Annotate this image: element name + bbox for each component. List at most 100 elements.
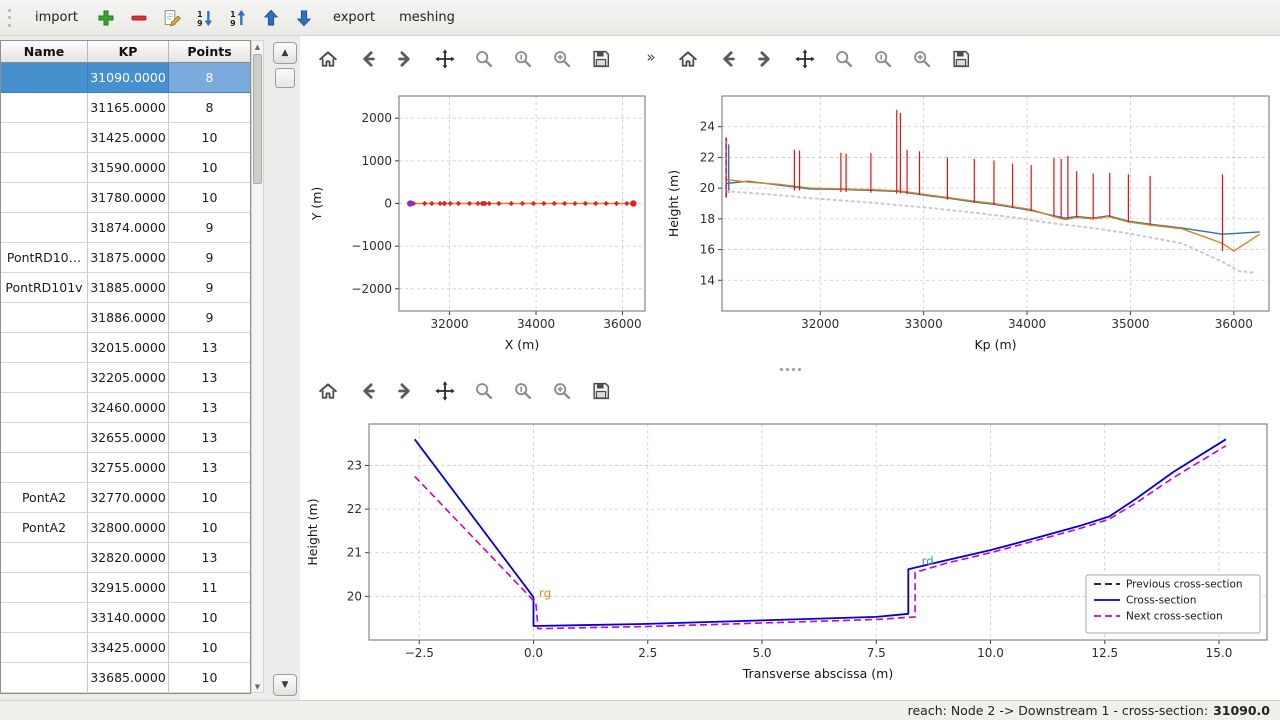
kp-cell[interactable]: 31874.0000: [88, 213, 169, 243]
name-cell[interactable]: [1, 123, 88, 153]
table-row[interactable]: 32915.000011: [1, 573, 250, 603]
table-row[interactable]: 31425.000010: [1, 123, 250, 153]
table-row[interactable]: 32460.000013: [1, 393, 250, 423]
name-cell[interactable]: [1, 633, 88, 663]
back-button[interactable]: [355, 379, 379, 403]
cross-section-chart[interactable]: −2.50.02.55.07.510.012.515.020212223rgrd…: [301, 408, 1279, 700]
name-cell[interactable]: [1, 543, 88, 573]
points-cell[interactable]: 10: [169, 633, 250, 663]
table-row[interactable]: 32655.000013: [1, 423, 250, 453]
forward-button[interactable]: [394, 379, 418, 403]
points-cell[interactable]: 13: [169, 363, 250, 393]
sort-descending-button[interactable]: 19: [225, 4, 252, 31]
toolbar-drag-handle[interactable]: [8, 7, 16, 29]
table-row[interactable]: 31874.00009: [1, 213, 250, 243]
scroll-up-icon[interactable]: ▲: [252, 41, 263, 52]
kp-cell[interactable]: 32015.0000: [88, 333, 169, 363]
points-cell[interactable]: 13: [169, 393, 250, 423]
column-header-name[interactable]: Name: [1, 41, 88, 62]
points-cell[interactable]: 10: [169, 183, 250, 213]
name-cell[interactable]: [1, 393, 88, 423]
points-cell[interactable]: 9: [169, 303, 250, 333]
points-cell[interactable]: 9: [169, 213, 250, 243]
export-button[interactable]: export: [324, 5, 384, 30]
back-button[interactable]: [355, 47, 379, 71]
panel-scroll-down-button[interactable]: ▼: [273, 674, 297, 696]
home-button[interactable]: [316, 47, 340, 71]
customize-button[interactable]: [550, 47, 574, 71]
points-cell[interactable]: 13: [169, 453, 250, 483]
name-cell[interactable]: [1, 573, 88, 603]
name-cell[interactable]: [1, 153, 88, 183]
points-cell[interactable]: 10: [169, 153, 250, 183]
kp-cell[interactable]: 32755.0000: [88, 453, 169, 483]
table-row[interactable]: 32015.000013: [1, 333, 250, 363]
table-row[interactable]: PontRD10…31875.00009: [1, 243, 250, 273]
name-cell[interactable]: PontRD10…: [1, 243, 88, 273]
save-button[interactable]: [589, 47, 613, 71]
subplots-button[interactable]: [511, 47, 535, 71]
home-button[interactable]: [316, 379, 340, 403]
customize-button[interactable]: [550, 379, 574, 403]
kp-cell[interactable]: 32770.0000: [88, 483, 169, 513]
pan-button[interactable]: [433, 379, 457, 403]
pan-button[interactable]: [433, 47, 457, 71]
points-cell[interactable]: 10: [169, 663, 250, 693]
table-row[interactable]: 31780.000010: [1, 183, 250, 213]
points-cell[interactable]: 8: [169, 63, 250, 93]
subplots-button[interactable]: [871, 47, 895, 71]
name-cell[interactable]: [1, 663, 88, 693]
plan-view-chart[interactable]: 320003400036000−2000−1000010002000X (m)Y…: [301, 80, 659, 368]
name-cell[interactable]: PontA2: [1, 513, 88, 543]
kp-cell[interactable]: 31780.0000: [88, 183, 169, 213]
points-cell[interactable]: 10: [169, 123, 250, 153]
kp-cell[interactable]: 31425.0000: [88, 123, 169, 153]
points-cell[interactable]: 9: [169, 273, 250, 303]
name-cell[interactable]: [1, 333, 88, 363]
name-cell[interactable]: [1, 303, 88, 333]
table-scrollbar[interactable]: ▲ ▼: [251, 40, 264, 693]
zoom-button[interactable]: [472, 379, 496, 403]
table-row[interactable]: 31590.000010: [1, 153, 250, 183]
table-row[interactable]: 31165.00008: [1, 93, 250, 123]
kp-cell[interactable]: 31590.0000: [88, 153, 169, 183]
add-cross-section-button[interactable]: [93, 4, 120, 31]
kp-cell[interactable]: 31090.0000: [88, 63, 169, 93]
forward-button[interactable]: [754, 47, 778, 71]
kp-cell[interactable]: 31875.0000: [88, 243, 169, 273]
kp-cell[interactable]: 31885.0000: [88, 273, 169, 303]
table-row[interactable]: 33685.000010: [1, 663, 250, 693]
zoom-button[interactable]: [832, 47, 856, 71]
kp-cell[interactable]: 32800.0000: [88, 513, 169, 543]
name-cell[interactable]: PontA2: [1, 483, 88, 513]
table-row[interactable]: PontRD101v31885.00009: [1, 273, 250, 303]
name-cell[interactable]: [1, 213, 88, 243]
sort-ascending-button[interactable]: 19: [192, 4, 219, 31]
name-cell[interactable]: [1, 363, 88, 393]
meshing-button[interactable]: meshing: [390, 5, 464, 30]
forward-button[interactable]: [394, 47, 418, 71]
points-cell[interactable]: 10: [169, 483, 250, 513]
longitudinal-profile-chart[interactable]: 3200033000340003500036000141618202224Kp …: [662, 80, 1279, 368]
panel-scroll-up-button[interactable]: ▲: [273, 42, 297, 64]
kp-cell[interactable]: 32820.0000: [88, 543, 169, 573]
points-cell[interactable]: 13: [169, 543, 250, 573]
table-scrollbar-thumb[interactable]: [253, 54, 262, 184]
points-cell[interactable]: 13: [169, 333, 250, 363]
name-cell[interactable]: [1, 423, 88, 453]
save-button[interactable]: [589, 379, 613, 403]
cross-section-table[interactable]: NameKPPoints31090.0000831165.0000831425.…: [0, 40, 251, 694]
scroll-down-icon[interactable]: ▼: [252, 681, 263, 692]
points-cell[interactable]: 10: [169, 603, 250, 633]
edit-cross-section-button[interactable]: [159, 4, 186, 31]
table-row[interactable]: 31090.00008: [1, 63, 250, 93]
points-cell[interactable]: 10: [169, 513, 250, 543]
table-row[interactable]: PontA232800.000010: [1, 513, 250, 543]
save-button[interactable]: [949, 47, 973, 71]
table-row[interactable]: 32755.000013: [1, 453, 250, 483]
kp-cell[interactable]: 33140.0000: [88, 603, 169, 633]
table-row[interactable]: 31886.00009: [1, 303, 250, 333]
name-cell[interactable]: [1, 603, 88, 633]
toolbar-overflow-button[interactable]: »: [644, 48, 658, 66]
name-cell[interactable]: [1, 183, 88, 213]
